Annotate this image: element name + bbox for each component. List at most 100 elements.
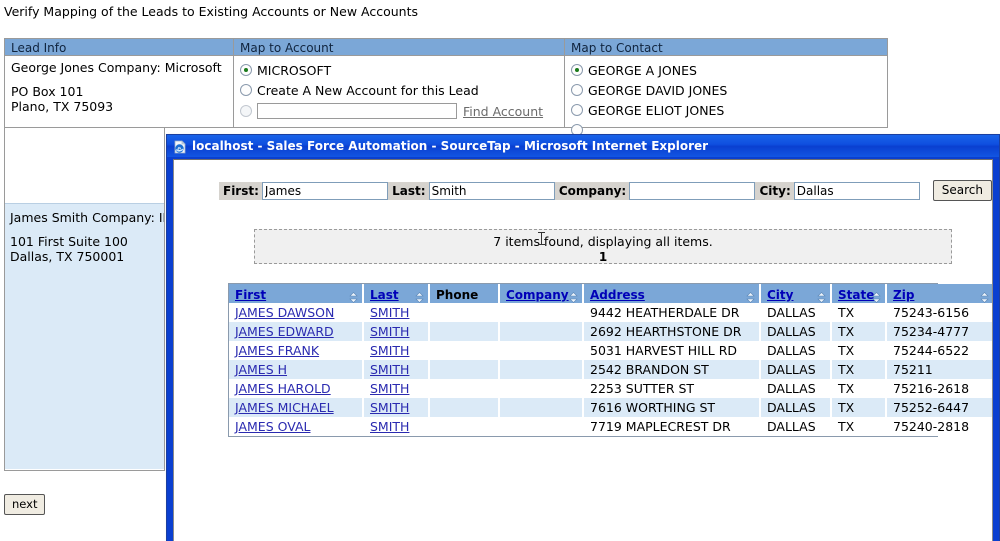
account-option-label: Create A New Account for this Lead xyxy=(257,82,479,98)
contact-last-name-link[interactable]: SMITH xyxy=(370,419,409,434)
contact-option-george-david-jones[interactable]: GEORGE DAVID JONES xyxy=(571,80,887,100)
cell-last[interactable]: SMITH xyxy=(363,379,430,398)
cell-last[interactable]: SMITH xyxy=(363,322,430,341)
cell-state: TX xyxy=(831,398,887,417)
contact-first-name-link[interactable]: JAMES HAROLD xyxy=(235,381,331,396)
cell-first[interactable]: JAMES FRANK xyxy=(229,341,364,360)
column-header-label[interactable]: Address xyxy=(590,288,645,302)
column-header-state[interactable]: State xyxy=(831,284,887,303)
second-lead-address-line2: Dallas, TX 750001 xyxy=(10,249,125,264)
results-info-box: 7 items found, displaying all items. 1 xyxy=(254,229,952,264)
cell-last[interactable]: SMITH xyxy=(363,360,430,379)
cell-state: TX xyxy=(831,303,887,322)
svg-text:e: e xyxy=(177,146,181,153)
column-header-company[interactable]: Company xyxy=(499,284,584,303)
account-option-create-new[interactable]: Create A New Account for this Lead xyxy=(240,80,564,100)
first-name-input[interactable] xyxy=(261,181,388,200)
cell-company xyxy=(499,417,584,436)
contact-first-name-link[interactable]: JAMES FRANK xyxy=(235,343,319,358)
cell-last[interactable]: SMITH xyxy=(363,341,430,360)
cell-last[interactable]: SMITH xyxy=(363,398,430,417)
contact-first-name-link[interactable]: JAMES DAWSON xyxy=(235,305,334,320)
map-to-account-body: MICROSOFT Create A New Account for this … xyxy=(234,56,564,122)
cell-address: 2692 HEARTHSTONE DR xyxy=(583,322,761,341)
next-button[interactable]: next xyxy=(4,494,46,515)
search-button[interactable]: Search xyxy=(932,180,992,201)
radio-button-icon[interactable] xyxy=(240,105,252,117)
results-table: First Last Phone Company Address City St… xyxy=(229,284,992,436)
sort-arrows-icon[interactable] xyxy=(415,288,424,303)
sort-arrows-icon[interactable] xyxy=(569,288,578,303)
radio-button-icon[interactable] xyxy=(240,84,252,96)
column-header-label[interactable]: Zip xyxy=(893,288,914,302)
cell-address: 5031 HARVEST HILL RD xyxy=(583,341,761,360)
page-title: Verify Mapping of the Leads to Existing … xyxy=(4,4,419,19)
cell-first[interactable]: JAMES OVAL xyxy=(229,417,364,436)
column-header-label[interactable]: City xyxy=(767,288,793,302)
sort-arrows-icon[interactable] xyxy=(872,288,881,303)
cell-address: 7719 MAPLECREST DR xyxy=(583,417,761,436)
contact-last-name-link[interactable]: SMITH xyxy=(370,381,409,396)
column-header-label[interactable]: Last xyxy=(370,288,399,302)
contact-first-name-link[interactable]: JAMES H xyxy=(235,362,287,377)
cell-last[interactable]: SMITH xyxy=(363,303,430,322)
table-row: JAMES HAROLD SMITH 2253 SUTTER ST DALLAS TX 7… xyxy=(229,379,992,398)
map-to-contact-body: GEORGE A JONES GEORGE DAVID JONES GEORGE… xyxy=(565,56,887,140)
company-label: Company: xyxy=(554,181,630,200)
cell-company xyxy=(499,360,584,379)
table-row: JAMES OVAL SMITH 7719 MAPLECREST DR DALLAS T… xyxy=(229,417,992,436)
cell-first[interactable]: JAMES MICHAEL xyxy=(229,398,364,417)
column-header-label[interactable]: Company xyxy=(506,288,569,302)
radio-button-icon[interactable] xyxy=(571,84,583,96)
find-account-link[interactable]: Find Account xyxy=(463,104,543,119)
radio-button-icon[interactable] xyxy=(240,64,252,76)
cell-address: 9442 HEATHERDALE DR xyxy=(583,303,761,322)
contact-last-name-link[interactable]: SMITH xyxy=(370,324,409,339)
cell-address: 7616 WORTHING ST xyxy=(583,398,761,417)
lead-address-line1: PO Box 101 xyxy=(11,84,84,99)
cell-last[interactable]: SMITH xyxy=(363,417,430,436)
cell-first[interactable]: JAMES DAWSON xyxy=(229,303,364,322)
contact-first-name-link[interactable]: JAMES MICHAEL xyxy=(235,400,334,415)
cell-phone xyxy=(429,303,500,322)
cell-first[interactable]: JAMES EDWARD xyxy=(229,322,364,341)
column-header-address[interactable]: Address xyxy=(583,284,761,303)
sort-arrows-icon[interactable] xyxy=(817,288,826,303)
city-input[interactable] xyxy=(793,181,920,200)
company-input[interactable] xyxy=(629,181,756,200)
sort-arrows-icon[interactable] xyxy=(349,288,358,303)
cell-phone xyxy=(429,379,500,398)
column-header-label: Phone xyxy=(436,288,479,302)
last-name-input[interactable] xyxy=(428,181,555,200)
column-header-first[interactable]: First xyxy=(229,284,364,303)
contact-option-george-a-jones[interactable]: GEORGE A JONES xyxy=(571,60,887,80)
column-header-label[interactable]: First xyxy=(235,288,266,302)
pagination-current-page[interactable]: 1 xyxy=(255,250,951,264)
contact-last-name-link[interactable]: SMITH xyxy=(370,362,409,377)
account-search-input[interactable] xyxy=(257,103,457,119)
column-header-city[interactable]: City xyxy=(760,284,832,303)
radio-button-icon[interactable] xyxy=(571,64,583,76)
contact-last-name-link[interactable]: SMITH xyxy=(370,343,409,358)
cell-city: DALLAS xyxy=(760,417,832,436)
contact-option-george-eliot-jones[interactable]: GEORGE ELIOT JONES xyxy=(571,100,887,120)
column-header-label[interactable]: State xyxy=(838,288,874,302)
contact-first-name-link[interactable]: JAMES EDWARD xyxy=(235,324,334,339)
contact-last-name-link[interactable]: SMITH xyxy=(370,305,409,320)
radio-button-icon[interactable] xyxy=(571,104,583,116)
cell-zip: 75244-6522 xyxy=(886,341,992,360)
column-header-zip[interactable]: Zip xyxy=(886,284,992,303)
cell-first[interactable]: JAMES HAROLD xyxy=(229,379,364,398)
internet-explorer-window[interactable]: e localhost - Sales Force Automation - S… xyxy=(166,134,1000,541)
sort-arrows-icon[interactable] xyxy=(980,288,989,303)
cell-first[interactable]: JAMES H xyxy=(229,360,364,379)
second-lead-address-line1: 101 First Suite 100 xyxy=(10,234,128,249)
column-header-last[interactable]: Last xyxy=(363,284,430,303)
contact-last-name-link[interactable]: SMITH xyxy=(370,400,409,415)
cell-state: TX xyxy=(831,322,887,341)
cell-state: TX xyxy=(831,341,887,360)
sort-arrows-icon[interactable] xyxy=(746,288,755,303)
contact-first-name-link[interactable]: JAMES OVAL xyxy=(235,419,311,434)
ie-title-bar[interactable]: e localhost - Sales Force Automation - S… xyxy=(167,135,999,157)
account-option-microsoft[interactable]: MICROSOFT xyxy=(240,60,564,80)
